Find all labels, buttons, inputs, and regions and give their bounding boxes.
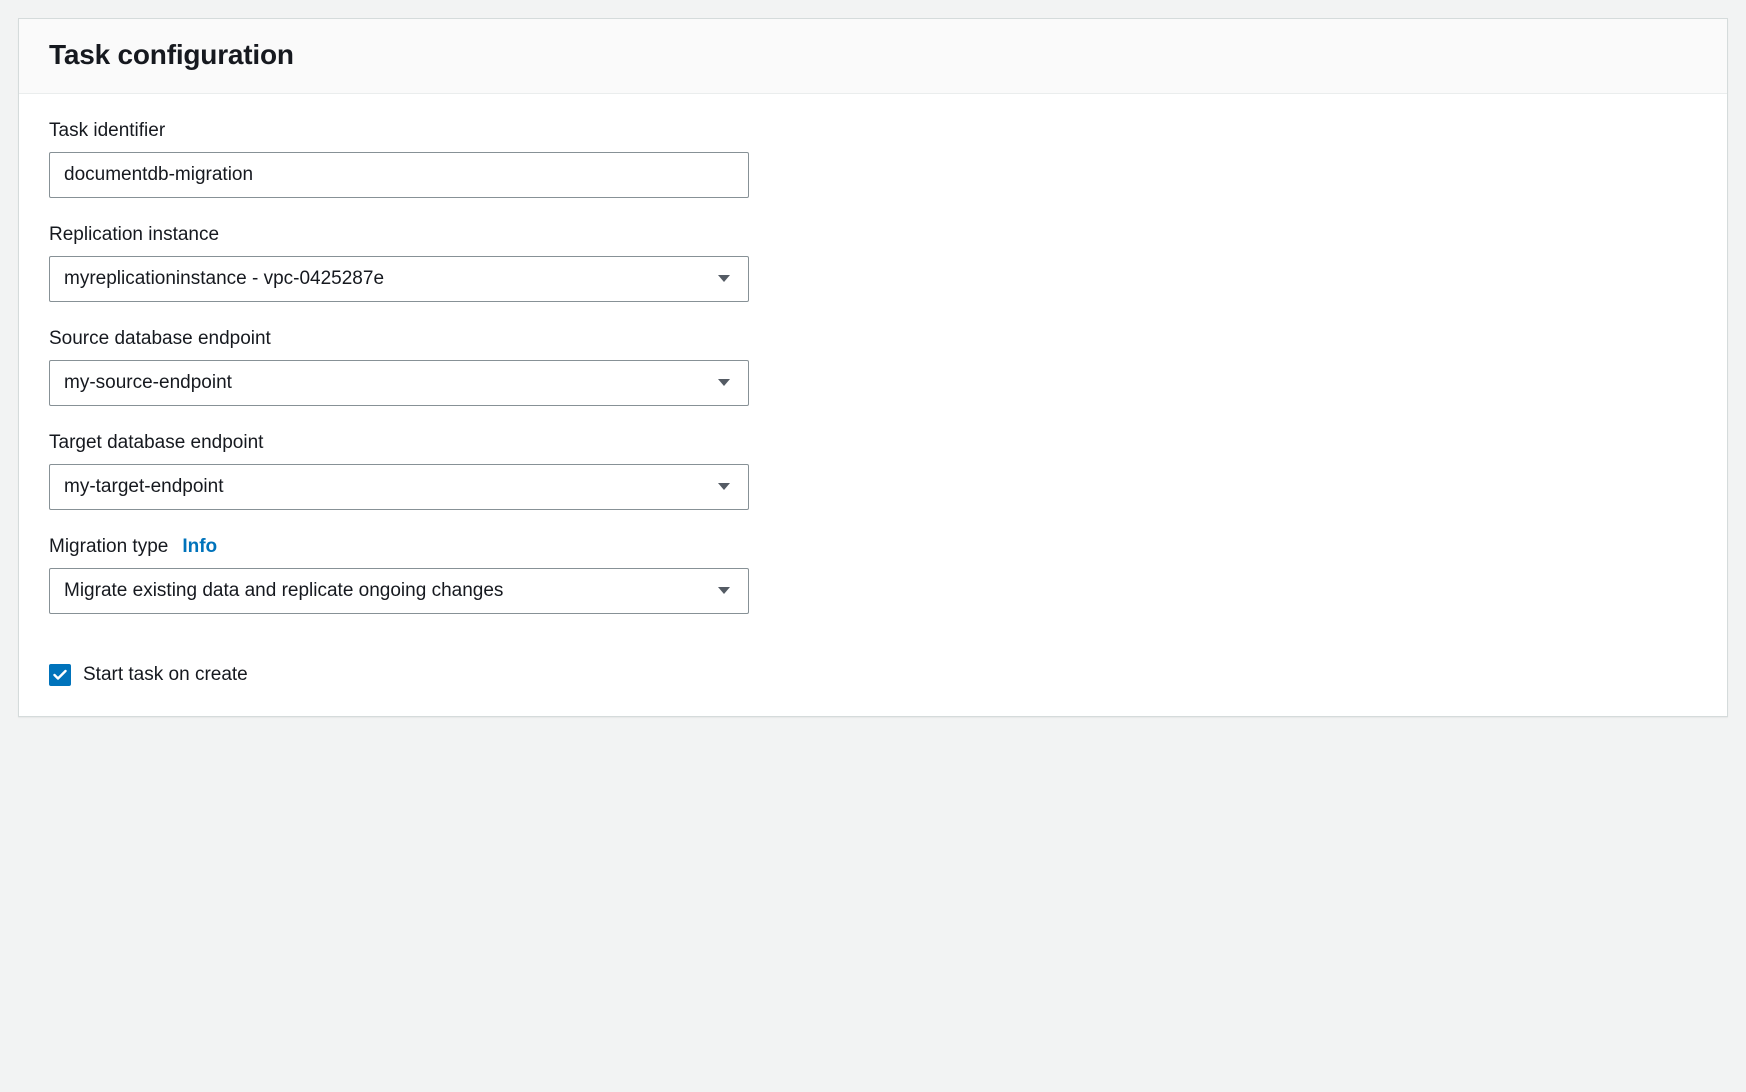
target-endpoint-value: my-target-endpoint xyxy=(64,476,223,498)
start-on-create-row: Start task on create xyxy=(49,664,1697,686)
panel-title: Task configuration xyxy=(49,39,1697,71)
replication-instance-select[interactable]: myreplicationinstance - vpc-0425287e xyxy=(49,256,749,302)
panel-header: Task configuration xyxy=(19,19,1727,94)
start-on-create-checkbox[interactable] xyxy=(49,664,71,686)
migration-type-group: Migration type Info Migrate existing dat… xyxy=(49,536,749,614)
source-endpoint-label: Source database endpoint xyxy=(49,328,749,350)
replication-instance-group: Replication instance myreplicationinstan… xyxy=(49,224,749,302)
check-icon xyxy=(53,669,67,681)
target-endpoint-label: Target database endpoint xyxy=(49,432,749,454)
migration-type-value: Migrate existing data and replicate ongo… xyxy=(64,580,503,602)
migration-type-info-link[interactable]: Info xyxy=(182,536,217,558)
task-configuration-panel: Task configuration Task identifier Repli… xyxy=(18,18,1728,717)
source-endpoint-value: my-source-endpoint xyxy=(64,372,232,394)
source-endpoint-group: Source database endpoint my-source-endpo… xyxy=(49,328,749,406)
task-identifier-input[interactable] xyxy=(49,152,749,198)
replication-instance-label: Replication instance xyxy=(49,224,749,246)
migration-type-label: Migration type xyxy=(49,536,168,558)
task-identifier-label: Task identifier xyxy=(49,120,749,142)
task-identifier-group: Task identifier xyxy=(49,120,749,198)
source-endpoint-select[interactable]: my-source-endpoint xyxy=(49,360,749,406)
start-on-create-label[interactable]: Start task on create xyxy=(83,664,248,686)
replication-instance-value: myreplicationinstance - vpc-0425287e xyxy=(64,268,384,290)
panel-body: Task identifier Replication instance myr… xyxy=(19,94,1727,716)
migration-type-select[interactable]: Migrate existing data and replicate ongo… xyxy=(49,568,749,614)
target-endpoint-group: Target database endpoint my-target-endpo… xyxy=(49,432,749,510)
target-endpoint-select[interactable]: my-target-endpoint xyxy=(49,464,749,510)
